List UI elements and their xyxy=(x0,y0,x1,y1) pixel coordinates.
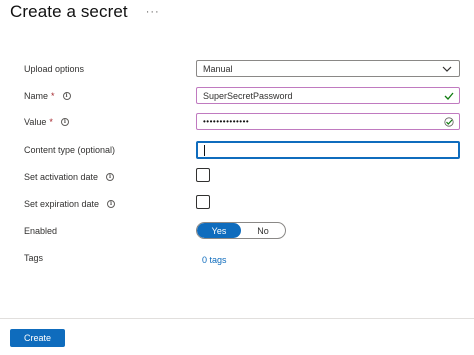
upload-options-label-text: Upload options xyxy=(24,64,85,74)
upload-options-label: Upload options xyxy=(24,59,84,79)
name-input-value: SuperSecretPassword xyxy=(203,90,293,101)
value-input[interactable]: •••••••••••••• xyxy=(196,113,460,130)
tags-row: Tags 0 tags xyxy=(0,248,474,268)
checkmark-icon xyxy=(444,92,454,100)
enabled-label-text: Enabled xyxy=(24,226,58,236)
expiration-date-row: Set expiration date i xyxy=(0,194,474,214)
name-label-text: Name xyxy=(24,91,49,101)
info-icon[interactable]: i xyxy=(107,200,116,208)
header: Create a secret ··· xyxy=(10,0,160,24)
content-type-label-text: Content type (optional) xyxy=(24,145,116,155)
enabled-toggle[interactable]: Yes No xyxy=(196,222,286,239)
name-input[interactable]: SuperSecretPassword xyxy=(196,87,460,104)
upload-options-dropdown[interactable]: Manual xyxy=(196,60,460,77)
enabled-no-option[interactable]: No xyxy=(241,223,285,238)
tags-label: Tags xyxy=(24,248,43,268)
activation-date-checkbox[interactable] xyxy=(196,168,210,182)
name-label: Name * i xyxy=(24,86,71,106)
chevron-down-icon xyxy=(442,66,452,72)
value-label: Value * i xyxy=(24,112,69,132)
activation-date-row: Set activation date i xyxy=(0,167,474,187)
text-caret xyxy=(204,144,205,156)
footer-divider xyxy=(0,318,474,319)
activation-date-label-text: Set activation date xyxy=(24,172,99,182)
activation-date-label: Set activation date i xyxy=(24,167,115,187)
page-title: Create a secret xyxy=(10,2,128,21)
upload-options-row: Upload options Manual xyxy=(0,59,474,79)
create-button[interactable]: Create xyxy=(10,329,65,347)
value-row: Value * i •••••••••••••• xyxy=(0,112,474,132)
tags-label-text: Tags xyxy=(24,253,44,263)
expiration-date-checkbox[interactable] xyxy=(196,195,210,209)
create-secret-page: Create a secret ··· Upload options Manua… xyxy=(0,0,474,355)
content-type-label: Content type (optional) xyxy=(24,140,115,160)
required-asterisk: * xyxy=(51,91,55,101)
enabled-yes-option[interactable]: Yes xyxy=(197,223,241,238)
ellipsis-icon[interactable]: ··· xyxy=(146,6,160,18)
expiration-date-label: Set expiration date i xyxy=(24,194,116,214)
info-icon[interactable]: i xyxy=(106,173,115,181)
expiration-date-label-text: Set expiration date xyxy=(24,199,100,209)
content-type-row: Content type (optional) xyxy=(0,140,474,160)
content-type-input[interactable] xyxy=(196,141,460,159)
tags-link[interactable]: 0 tags xyxy=(202,255,227,265)
value-label-text: Value xyxy=(24,117,47,127)
value-input-masked: •••••••••••••• xyxy=(203,117,250,126)
upload-options-value: Manual xyxy=(203,63,233,74)
required-asterisk: * xyxy=(49,117,53,127)
password-check-icon xyxy=(444,117,454,127)
enabled-row: Enabled Yes No xyxy=(0,221,474,241)
enabled-label: Enabled xyxy=(24,221,57,241)
name-row: Name * i SuperSecretPassword xyxy=(0,86,474,106)
info-icon[interactable]: i xyxy=(62,92,71,100)
info-icon[interactable]: i xyxy=(60,118,69,126)
